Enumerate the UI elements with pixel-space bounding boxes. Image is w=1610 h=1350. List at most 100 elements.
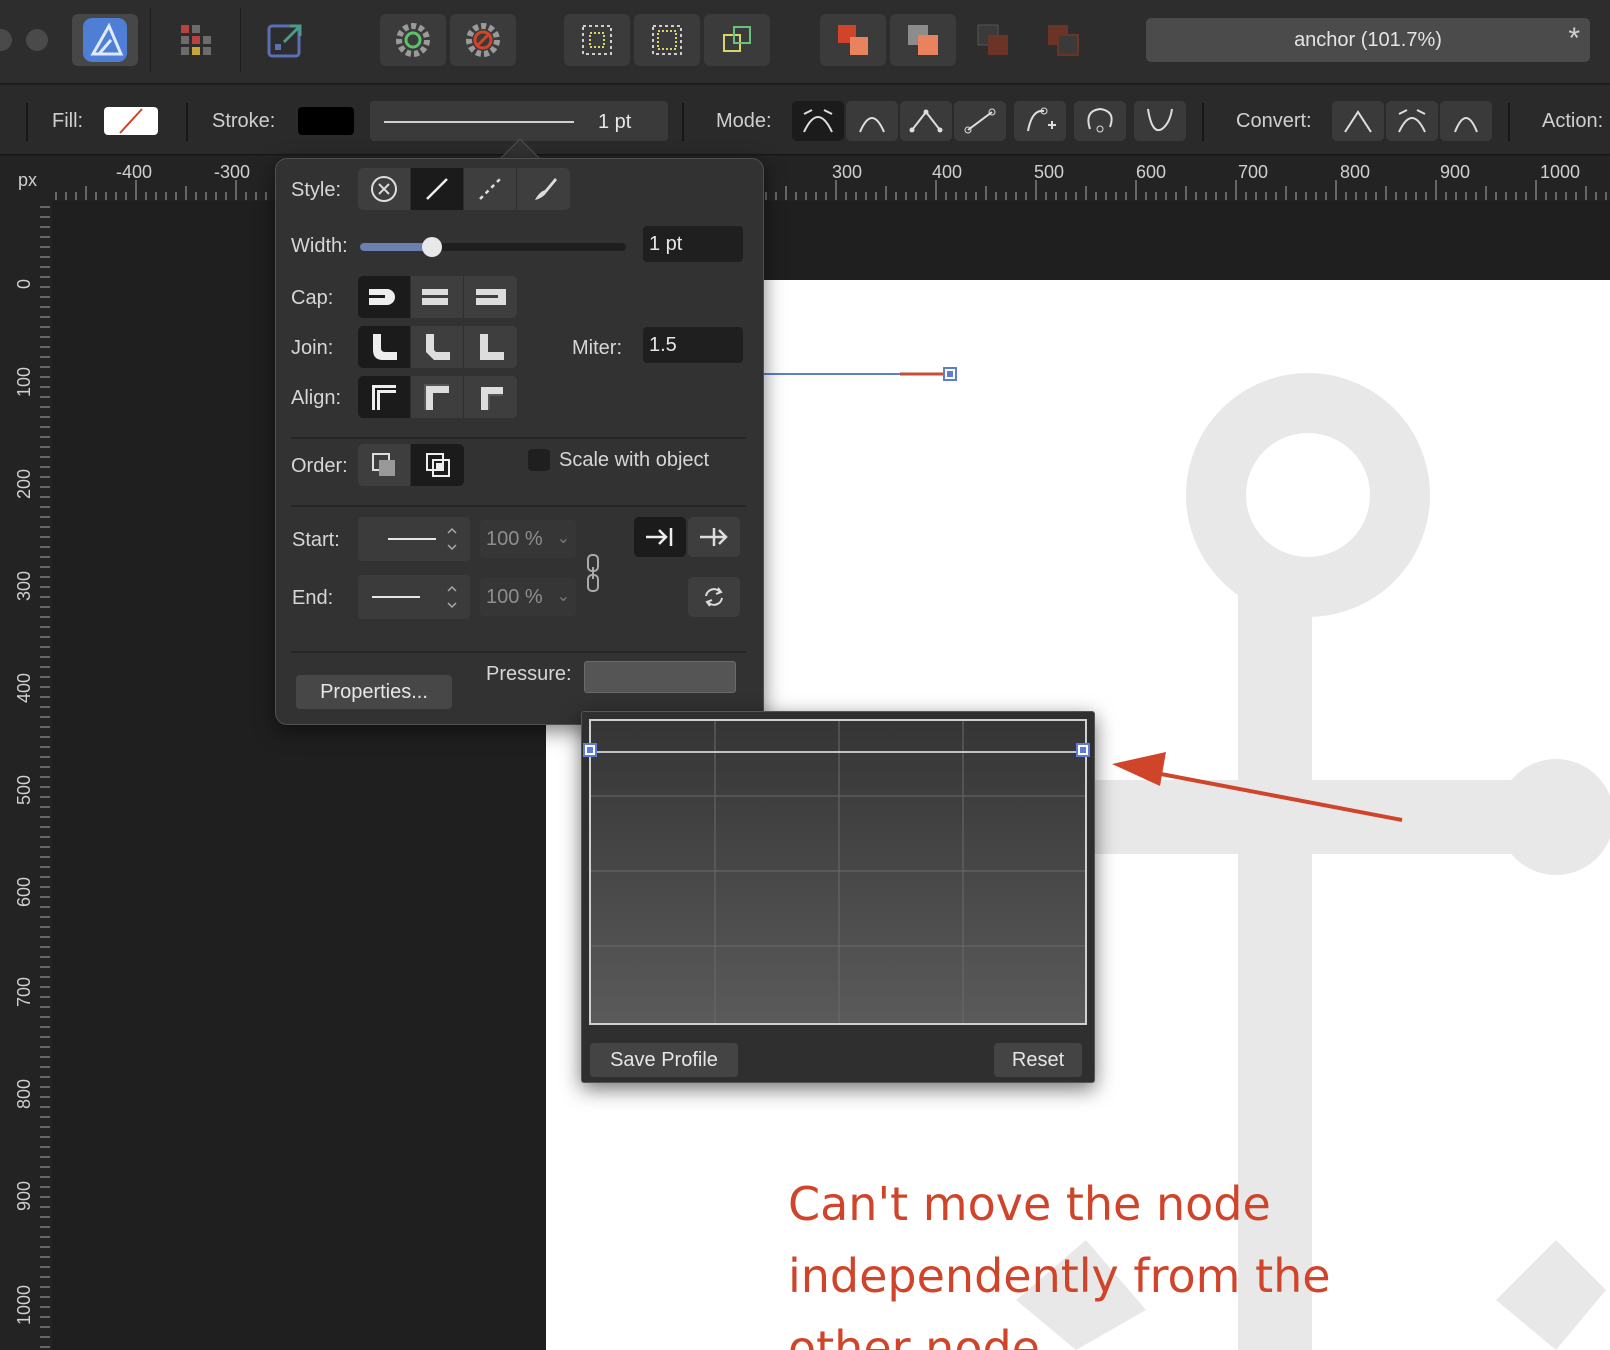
scale-with-object-checkbox[interactable] (528, 449, 550, 471)
width-slider[interactable] (360, 237, 626, 257)
mode-curve-button[interactable] (846, 101, 898, 141)
snapping-settings-button[interactable] (380, 14, 446, 66)
pixel-persona-button[interactable] (166, 14, 226, 66)
marquee-select-all-button[interactable] (634, 14, 700, 66)
style-dashed-button[interactable] (464, 168, 517, 210)
reset-button[interactable]: Reset (994, 1043, 1082, 1077)
pressure-profile-popup: Save Profile Reset (581, 711, 1095, 1083)
width-field[interactable]: 1 pt (643, 226, 743, 262)
pressure-end-node[interactable] (1076, 743, 1090, 757)
join-segmented-control (358, 326, 517, 368)
boolean-add-button[interactable] (820, 14, 886, 66)
style-brush-button[interactable] (517, 168, 570, 210)
save-profile-button[interactable]: Save Profile (590, 1043, 738, 1077)
stroke-panel: Style: Width: 1 pt Cap: Join: Miter: 1.5… (275, 158, 764, 725)
link-scale-icon[interactable] (584, 553, 602, 593)
end-scale-value: 100 % (486, 586, 543, 608)
cap-round-button[interactable] (358, 276, 411, 318)
join-bevel-button[interactable] (411, 326, 464, 368)
close-curve-button[interactable] (1074, 101, 1126, 141)
fill-swatch[interactable] (104, 107, 158, 135)
arrowhead-at-end-button[interactable] (634, 517, 686, 557)
arrow-to-end-icon (646, 528, 673, 546)
align-center-icon (372, 385, 396, 410)
cap-square-button[interactable] (464, 276, 517, 318)
align-label: Align: (291, 387, 342, 409)
start-arrowhead-dropdown[interactable] (358, 517, 470, 561)
snapping-toggle-button[interactable] (450, 14, 516, 66)
swap-arrowheads-button[interactable] (688, 577, 740, 617)
boolean-intersect-button[interactable] (960, 14, 1026, 66)
square-cap-icon (475, 289, 506, 305)
style-none-button[interactable] (358, 168, 411, 210)
ruler-label: 400 (14, 672, 34, 703)
ruler-label: -400 (116, 162, 153, 182)
export-persona-icon (267, 24, 302, 58)
document-title-tab[interactable]: anchor (101.7%) * (1146, 18, 1590, 62)
sharp-node-icon (1344, 110, 1372, 133)
arrowhead-past-end-button[interactable] (688, 517, 740, 557)
align-inside-icon (424, 384, 449, 410)
pressure-preview[interactable] (584, 661, 736, 693)
smooth-node-icon (1147, 108, 1173, 131)
convert-smooth-button[interactable] (1386, 101, 1438, 141)
horizontal-ruler[interactable]: -400 -300 300 400 500 600 700 800 900 10… (0, 156, 1610, 201)
stroke-behind-icon (372, 453, 395, 476)
cap-segmented-control (358, 276, 517, 318)
start-scale-value: 100 % (486, 528, 543, 550)
align-segmented-control (358, 376, 517, 418)
annotation-line: Can't move the node (788, 1177, 1271, 1231)
stroke-width-dropdown[interactable]: 1 pt (370, 101, 668, 141)
curve-end-node[interactable] (943, 367, 957, 381)
annotation-text: Can't move the node independently from t… (788, 1168, 1488, 1350)
boolean-subtract-icon (908, 25, 938, 55)
arrow-past-end-icon (700, 528, 728, 546)
boolean-xor-button[interactable] (1030, 14, 1096, 66)
stroke-behind-fill-button[interactable] (358, 444, 411, 486)
end-arrowhead-dropdown[interactable] (358, 575, 470, 619)
snapping-off-icon (466, 23, 500, 57)
stroke-front-fill-button[interactable] (411, 444, 464, 486)
designer-persona-icon (83, 18, 127, 62)
style-label: Style: (291, 179, 342, 201)
convert-smart-button[interactable] (1440, 101, 1492, 141)
dashed-line-icon (479, 178, 501, 200)
style-solid-button[interactable] (411, 168, 464, 210)
smooth-node-button[interactable] (1134, 101, 1186, 141)
ruler-label: 100 (14, 366, 34, 397)
stroke-swatch[interactable] (298, 107, 354, 135)
marquee-select-button[interactable] (564, 14, 630, 66)
designer-persona-button[interactable] (72, 14, 138, 66)
boolean-subtract-button[interactable] (890, 14, 956, 66)
stroke-preview-line (384, 121, 574, 123)
properties-button[interactable]: Properties... (296, 675, 452, 709)
cap-butt-button[interactable] (411, 276, 464, 318)
mode-label: Mode: (716, 110, 772, 132)
miter-field[interactable]: 1.5 (643, 327, 743, 363)
end-scale-field[interactable]: 100 % ⌄ (480, 578, 576, 616)
window-control-button[interactable] (0, 29, 12, 51)
transform-origin-button[interactable] (704, 14, 770, 66)
marquee-select-icon (582, 25, 612, 55)
width-slider-thumb[interactable] (421, 237, 442, 257)
document-title: anchor (101.7%) (1294, 28, 1442, 51)
join-miter-button[interactable] (464, 326, 517, 368)
mode-line-button[interactable] (954, 101, 1006, 141)
ruler-label: 1000 (14, 1284, 34, 1325)
pressure-curve-graph[interactable] (589, 719, 1087, 1025)
align-inside-button[interactable] (411, 376, 464, 418)
align-center-button[interactable] (358, 376, 411, 418)
ruler-label: 0 (14, 278, 34, 289)
pressure-start-node[interactable] (583, 743, 597, 757)
align-outside-button[interactable] (464, 376, 517, 418)
window-control-button[interactable] (26, 29, 48, 51)
start-scale-field[interactable]: 100 % ⌄ (480, 520, 576, 558)
export-persona-button[interactable] (256, 14, 316, 66)
add-node-button[interactable] (1014, 101, 1066, 141)
convert-sharp-button[interactable] (1332, 101, 1384, 141)
mode-smooth-button[interactable] (792, 101, 844, 141)
join-round-button[interactable] (358, 326, 411, 368)
action-label: Action: (1542, 110, 1604, 132)
mode-polygon-button[interactable] (900, 101, 952, 141)
vertical-ruler[interactable]: 0 100 200 300 400 500 600 700 800 900 10… (0, 201, 52, 1350)
